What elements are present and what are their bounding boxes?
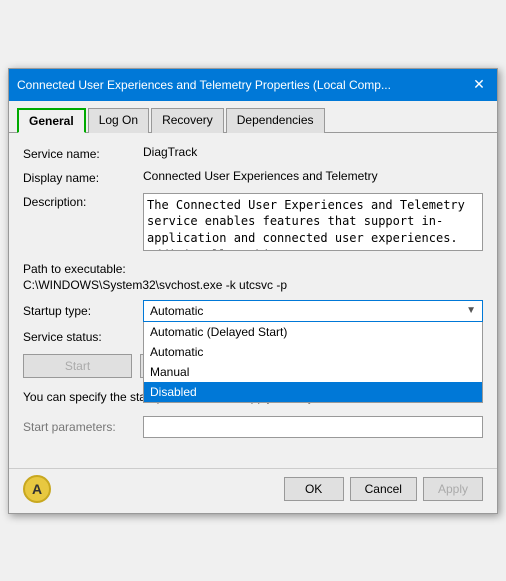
cancel-button[interactable]: Cancel: [350, 477, 417, 501]
description-label: Description:: [23, 193, 143, 209]
params-row: Start parameters:: [23, 416, 483, 438]
dropdown-header[interactable]: Automatic ▼: [143, 300, 483, 322]
startup-type-label: Startup type:: [23, 304, 143, 318]
properties-window: Connected User Experiences and Telemetry…: [8, 68, 498, 514]
tab-recovery[interactable]: Recovery: [151, 108, 224, 133]
dropdown-selected-value: Automatic: [150, 304, 203, 318]
path-section: Path to executable: C:\WINDOWS\System32\…: [23, 262, 483, 292]
dropdown-item-auto-delayed[interactable]: Automatic (Delayed Start): [144, 322, 482, 342]
params-input[interactable]: [143, 416, 483, 438]
description-row: Description:: [23, 193, 483, 254]
window-title: Connected User Experiences and Telemetry…: [17, 78, 469, 92]
path-label: Path to executable:: [23, 262, 483, 276]
service-name-value: DiagTrack: [143, 145, 483, 159]
tab-bar: General Log On Recovery Dependencies: [9, 101, 497, 133]
service-name-row: Service name: DiagTrack: [23, 145, 483, 161]
dropdown-list: Automatic (Delayed Start) Automatic Manu…: [143, 322, 483, 403]
startup-type-row: Startup type: Automatic ▼ Automatic (Del…: [23, 300, 483, 322]
close-button[interactable]: ✕: [469, 75, 489, 95]
display-name-label: Display name:: [23, 169, 143, 185]
tab-dependencies[interactable]: Dependencies: [226, 108, 325, 133]
tab-content: Service name: DiagTrack Display name: Co…: [9, 133, 497, 464]
startup-type-dropdown[interactable]: Automatic ▼ Automatic (Delayed Start) Au…: [143, 300, 483, 322]
description-textarea[interactable]: [143, 193, 483, 251]
dropdown-item-automatic[interactable]: Automatic: [144, 342, 482, 362]
tab-general[interactable]: General: [17, 108, 86, 133]
bottom-buttons-bar: A OK Cancel Apply: [9, 468, 497, 513]
apply-button[interactable]: Apply: [423, 477, 483, 501]
service-name-label: Service name:: [23, 145, 143, 161]
display-name-value: Connected User Experiences and Telemetry: [143, 169, 483, 183]
display-name-row: Display name: Connected User Experiences…: [23, 169, 483, 185]
ok-button[interactable]: OK: [284, 477, 344, 501]
app-logo: A: [23, 475, 55, 503]
params-label: Start parameters:: [23, 420, 143, 434]
start-button[interactable]: Start: [23, 354, 132, 378]
tab-logon[interactable]: Log On: [88, 108, 149, 133]
dropdown-item-manual[interactable]: Manual: [144, 362, 482, 382]
service-status-label: Service status:: [23, 330, 143, 344]
dropdown-arrow-icon: ▼: [466, 305, 476, 316]
logo-icon: A: [23, 475, 51, 503]
dropdown-item-disabled[interactable]: Disabled: [144, 382, 482, 402]
title-bar: Connected User Experiences and Telemetry…: [9, 69, 497, 101]
path-value: C:\WINDOWS\System32\svchost.exe -k utcsv…: [23, 278, 483, 292]
